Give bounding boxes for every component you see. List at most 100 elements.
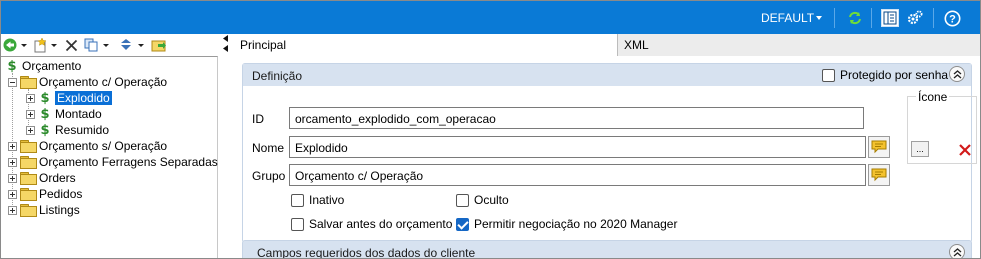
tree-item-label: Montado	[55, 107, 102, 121]
folder-icon	[20, 172, 37, 185]
separator	[933, 8, 934, 28]
gears-icon[interactable]	[906, 9, 924, 27]
tree-item-pedidos[interactable]: Pedidos	[8, 186, 82, 202]
collapse-left-icon[interactable]	[220, 34, 234, 54]
tree-item-explodido[interactable]: $ Explodido	[26, 90, 112, 106]
tree-item-label: Pedidos	[39, 187, 83, 201]
checkbox-box[interactable]	[822, 68, 835, 82]
money-icon: $	[40, 90, 50, 106]
help-icon[interactable]: ?	[943, 9, 961, 27]
move-icon[interactable]	[118, 37, 133, 53]
tab-bar: Principal XML	[234, 34, 980, 56]
permitir-label: Permitir negociação no 2020 Manager	[474, 217, 678, 231]
panel-title: Definição	[252, 69, 303, 83]
protected-checkbox[interactable]: Protegido por senha	[822, 68, 948, 82]
campos-title: Campos requeridos dos dados do cliente	[257, 246, 476, 259]
checkbox-box[interactable]	[456, 193, 469, 207]
id-label: ID	[252, 112, 264, 126]
collapse-icon[interactable]	[8, 77, 17, 87]
tree-panel: $ Orçamento Orçamento c/ Operação $ Expl…	[1, 56, 218, 258]
copy-icon[interactable]	[84, 37, 99, 53]
splitter[interactable]	[220, 34, 234, 258]
protected-label: Protegido por senha	[840, 68, 949, 82]
tree-item-listings[interactable]: Listings	[8, 202, 80, 218]
money-icon: $	[40, 122, 50, 138]
grupo-label: Grupo	[252, 169, 286, 183]
tree-item-orcamento-ferragens[interactable]: Orçamento Ferragens Separadas	[8, 154, 218, 170]
tree-item-orders[interactable]: Orders	[8, 170, 76, 186]
expand-icon[interactable]	[8, 205, 17, 215]
icon-group: Ícone ...	[907, 90, 977, 164]
refresh-icon[interactable]	[846, 9, 864, 27]
delete-icon[interactable]	[64, 37, 78, 53]
layout-icon[interactable]	[881, 9, 899, 27]
icon-group-label: Ícone	[916, 90, 950, 104]
checkbox-box-checked[interactable]	[456, 217, 469, 231]
expand-icon[interactable]	[8, 189, 17, 199]
tree-item-orcamento-c-operacao[interactable]: Orçamento c/ Operação	[8, 74, 167, 90]
folder-icon	[20, 188, 37, 201]
separator	[871, 8, 872, 28]
tree-item-montado[interactable]: $ Montado	[26, 106, 102, 122]
tree-root-label: Orçamento	[22, 59, 82, 73]
expand-icon[interactable]	[26, 109, 35, 119]
definicao-panel: Definição Protegido por senha Ícone ... …	[242, 63, 977, 243]
export-icon[interactable]	[151, 37, 167, 53]
folder-icon	[20, 204, 37, 217]
salvar-checkbox[interactable]: Salvar antes do orçamento	[291, 217, 452, 231]
oculto-label: Oculto	[474, 193, 509, 207]
tree-root[interactable]: $ Orçamento	[5, 58, 81, 74]
tab-principal[interactable]: Principal	[234, 34, 618, 56]
new-dropdown-caret-icon[interactable]	[51, 37, 57, 53]
folder-icon	[20, 140, 37, 153]
expand-icon[interactable]	[26, 125, 35, 135]
expand-icon[interactable]	[8, 141, 17, 151]
permitir-checkbox[interactable]: Permitir negociação no 2020 Manager	[456, 217, 677, 231]
remove-icon[interactable]	[956, 141, 974, 159]
expand-icon[interactable]	[8, 173, 17, 183]
translate-icon[interactable]	[868, 164, 890, 186]
nome-field[interactable]: Explodido	[289, 136, 866, 158]
tree-item-label: Resumido	[55, 123, 110, 137]
grupo-field[interactable]: Orçamento c/ Operação	[289, 164, 866, 186]
tree-item-label: Orçamento Ferragens Separadas	[39, 155, 218, 169]
tree-toolbar	[1, 34, 219, 56]
money-icon: $	[7, 58, 17, 74]
top-bar: DEFAULT ?	[1, 1, 980, 34]
main-content: Definição Protegido por senha Ícone ... …	[234, 57, 980, 259]
app-window: DEFAULT ? $ Orçamento Orçamento c/ Opera…	[0, 0, 981, 259]
back-icon[interactable]	[3, 37, 17, 53]
campos-panel-header: Campos requeridos dos dados do cliente	[242, 240, 972, 259]
folder-icon	[20, 156, 37, 169]
tree-item-label: Orçamento c/ Operação	[39, 75, 168, 89]
inativo-checkbox[interactable]: Inativo	[291, 193, 344, 207]
browse-icon-button[interactable]: ...	[911, 141, 929, 157]
profile-dropdown-caret-icon[interactable]	[816, 16, 822, 20]
move-dropdown-caret-icon[interactable]	[138, 37, 144, 53]
collapse-up-icon[interactable]	[949, 244, 965, 258]
salvar-label: Salvar antes do orçamento	[309, 217, 453, 231]
tab-xml[interactable]: XML	[618, 34, 980, 56]
tree-item-resumido[interactable]: $ Resumido	[26, 122, 109, 138]
separator	[834, 8, 835, 28]
id-field[interactable]: orcamento_explodido_com_operacao	[289, 107, 864, 129]
tree-item-orcamento-s-operacao[interactable]: Orçamento s/ Operação	[8, 138, 167, 154]
profile-dropdown[interactable]: DEFAULT	[761, 11, 814, 25]
definicao-header: Definição Protegido por senha	[243, 64, 971, 86]
tree-item-label: Listings	[39, 203, 80, 217]
inativo-label: Inativo	[309, 193, 345, 207]
money-icon: $	[40, 106, 50, 122]
expand-icon[interactable]	[26, 93, 35, 103]
tree-item-label: Explodido	[55, 91, 112, 105]
checkbox-box[interactable]	[291, 217, 304, 231]
checkbox-box[interactable]	[291, 193, 304, 207]
translate-icon[interactable]	[868, 136, 890, 158]
collapse-up-icon[interactable]	[949, 66, 965, 82]
copy-dropdown-caret-icon[interactable]	[103, 37, 109, 53]
folder-icon	[20, 76, 37, 89]
nome-label: Nome	[252, 141, 285, 155]
new-item-icon[interactable]	[32, 37, 48, 53]
expand-icon[interactable]	[8, 157, 17, 167]
back-dropdown-caret-icon[interactable]	[21, 37, 27, 53]
oculto-checkbox[interactable]: Oculto	[456, 193, 509, 207]
